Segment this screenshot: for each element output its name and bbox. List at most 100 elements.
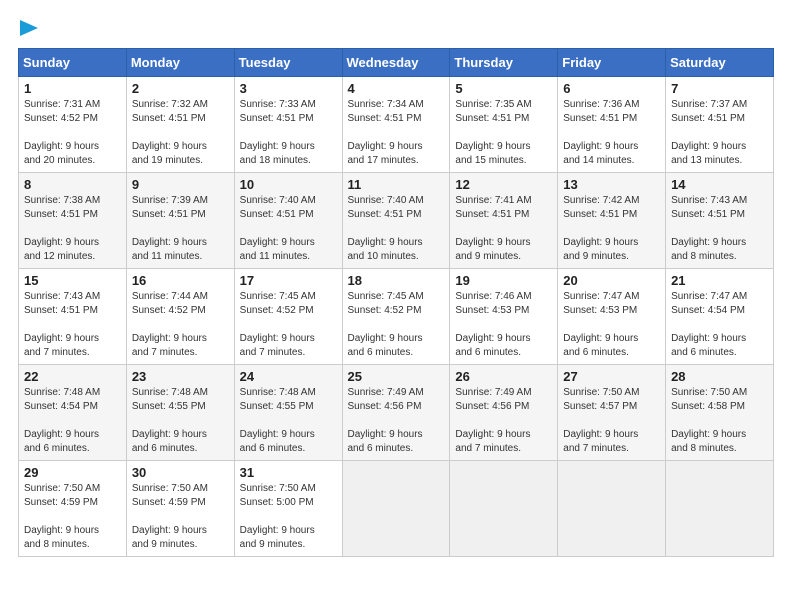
day-cell: 17 Sunrise: 7:45 AMSunset: 4:52 PMDayligh… (234, 269, 342, 365)
day-detail: Sunrise: 7:43 AMSunset: 4:51 PMDaylight:… (24, 290, 121, 360)
day-detail: Sunrise: 7:50 AMSunset: 5:00 PMDaylight:… (240, 482, 337, 552)
calendar-table: SundayMondayTuesdayWednesdayThursdayFrid… (18, 48, 774, 557)
day-detail: Sunrise: 7:45 AMSunset: 4:52 PMDaylight:… (348, 290, 445, 360)
day-cell: 3 Sunrise: 7:33 AMSunset: 4:51 PMDaylight… (234, 77, 342, 173)
day-cell: 12 Sunrise: 7:41 AMSunset: 4:51 PMDayligh… (450, 173, 558, 269)
day-detail: Sunrise: 7:46 AMSunset: 4:53 PMDaylight:… (455, 290, 552, 360)
day-detail: Sunrise: 7:47 AMSunset: 4:53 PMDaylight:… (563, 290, 660, 360)
day-detail: Sunrise: 7:48 AMSunset: 4:55 PMDaylight:… (240, 386, 337, 456)
day-detail: Sunrise: 7:49 AMSunset: 4:56 PMDaylight:… (348, 386, 445, 456)
week-row-1: 1Sunrise: 7:31 AMSunset: 4:52 PMDaylight… (19, 77, 774, 173)
day-number: 29 (24, 465, 121, 480)
day-number: 11 (348, 177, 445, 192)
day-detail: Sunrise: 7:50 AMSunset: 4:59 PMDaylight:… (132, 482, 229, 552)
week-row-5: 29 Sunrise: 7:50 AMSunset: 4:59 PMDayligh… (19, 461, 774, 557)
col-header-monday: Monday (126, 49, 234, 77)
day-detail: Sunrise: 7:42 AMSunset: 4:51 PMDaylight:… (563, 194, 660, 264)
day-detail: Sunrise: 7:36 AMSunset: 4:51 PMDaylight:… (563, 98, 660, 168)
day-detail: Sunrise: 7:44 AMSunset: 4:52 PMDaylight:… (132, 290, 229, 360)
day-number: 23 (132, 369, 229, 384)
day-detail: Sunrise: 7:48 AMSunset: 4:54 PMDaylight:… (24, 386, 121, 456)
day-number: 17 (240, 273, 337, 288)
day-detail: Sunrise: 7:39 AMSunset: 4:51 PMDaylight:… (132, 194, 229, 264)
col-header-saturday: Saturday (666, 49, 774, 77)
day-cell: 4Sunrise: 7:34 AMSunset: 4:51 PMDaylight… (342, 77, 450, 173)
day-cell (666, 461, 774, 557)
day-number: 8 (24, 177, 121, 192)
day-cell: 2 Sunrise: 7:32 AMSunset: 4:51 PMDaylight… (126, 77, 234, 173)
calendar-header: SundayMondayTuesdayWednesdayThursdayFrid… (19, 49, 774, 77)
day-number: 26 (455, 369, 552, 384)
day-cell: 6Sunrise: 7:36 AMSunset: 4:51 PMDaylight… (558, 77, 666, 173)
day-number: 14 (671, 177, 768, 192)
day-cell (558, 461, 666, 557)
day-detail: Sunrise: 7:33 AMSunset: 4:51 PMDaylight:… (240, 98, 337, 168)
day-cell: 27Sunrise: 7:50 AMSunset: 4:57 PMDayligh… (558, 365, 666, 461)
day-detail: Sunrise: 7:43 AMSunset: 4:51 PMDaylight:… (671, 194, 768, 264)
day-detail: Sunrise: 7:31 AMSunset: 4:52 PMDaylight:… (24, 98, 121, 168)
day-number: 12 (455, 177, 552, 192)
day-cell: 18 Sunrise: 7:45 AMSunset: 4:52 PMDayligh… (342, 269, 450, 365)
day-cell: 9Sunrise: 7:39 AMSunset: 4:51 PMDaylight… (126, 173, 234, 269)
week-row-3: 15Sunrise: 7:43 AMSunset: 4:51 PMDayligh… (19, 269, 774, 365)
day-cell: 24 Sunrise: 7:48 AMSunset: 4:55 PMDayligh… (234, 365, 342, 461)
day-detail: Sunrise: 7:38 AMSunset: 4:51 PMDaylight:… (24, 194, 121, 264)
col-header-tuesday: Tuesday (234, 49, 342, 77)
day-number: 25 (348, 369, 445, 384)
day-number: 3 (240, 81, 337, 96)
week-row-2: 8 Sunrise: 7:38 AMSunset: 4:51 PMDaylight… (19, 173, 774, 269)
day-cell: 19 Sunrise: 7:46 AMSunset: 4:53 PMDayligh… (450, 269, 558, 365)
day-cell: 20 Sunrise: 7:47 AMSunset: 4:53 PMDayligh… (558, 269, 666, 365)
day-detail: Sunrise: 7:32 AMSunset: 4:51 PMDaylight:… (132, 98, 229, 168)
day-detail: Sunrise: 7:45 AMSunset: 4:52 PMDaylight:… (240, 290, 337, 360)
day-number: 2 (132, 81, 229, 96)
day-detail: Sunrise: 7:47 AMSunset: 4:54 PMDaylight:… (671, 290, 768, 360)
day-cell: 30 Sunrise: 7:50 AMSunset: 4:59 PMDayligh… (126, 461, 234, 557)
day-cell: 15Sunrise: 7:43 AMSunset: 4:51 PMDayligh… (19, 269, 127, 365)
day-number: 19 (455, 273, 552, 288)
day-number: 30 (132, 465, 229, 480)
day-number: 7 (671, 81, 768, 96)
day-cell: 31 Sunrise: 7:50 AMSunset: 5:00 PMDayligh… (234, 461, 342, 557)
day-cell: 8 Sunrise: 7:38 AMSunset: 4:51 PMDaylight… (19, 173, 127, 269)
logo-arrow-icon (20, 18, 42, 38)
day-cell: 14 Sunrise: 7:43 AMSunset: 4:51 PMDayligh… (666, 173, 774, 269)
day-detail: Sunrise: 7:40 AMSunset: 4:51 PMDaylight:… (240, 194, 337, 264)
day-number: 4 (348, 81, 445, 96)
day-cell: 22 Sunrise: 7:48 AMSunset: 4:54 PMDayligh… (19, 365, 127, 461)
col-header-thursday: Thursday (450, 49, 558, 77)
header-row: SundayMondayTuesdayWednesdayThursdayFrid… (19, 49, 774, 77)
day-cell: 5Sunrise: 7:35 AMSunset: 4:51 PMDaylight… (450, 77, 558, 173)
col-header-sunday: Sunday (19, 49, 127, 77)
day-detail: Sunrise: 7:50 AMSunset: 4:59 PMDaylight:… (24, 482, 121, 552)
day-cell: 29 Sunrise: 7:50 AMSunset: 4:59 PMDayligh… (19, 461, 127, 557)
logo-image (18, 18, 42, 38)
day-cell: 26Sunrise: 7:49 AMSunset: 4:56 PMDayligh… (450, 365, 558, 461)
day-cell: 7 Sunrise: 7:37 AMSunset: 4:51 PMDaylight… (666, 77, 774, 173)
day-number: 21 (671, 273, 768, 288)
day-detail: Sunrise: 7:40 AMSunset: 4:51 PMDaylight:… (348, 194, 445, 264)
day-number: 5 (455, 81, 552, 96)
day-cell: 11 Sunrise: 7:40 AMSunset: 4:51 PMDayligh… (342, 173, 450, 269)
calendar-page: SundayMondayTuesdayWednesdayThursdayFrid… (0, 0, 792, 612)
day-detail: Sunrise: 7:50 AMSunset: 4:58 PMDaylight:… (671, 386, 768, 456)
day-number: 16 (132, 273, 229, 288)
day-number: 22 (24, 369, 121, 384)
day-detail: Sunrise: 7:37 AMSunset: 4:51 PMDaylight:… (671, 98, 768, 168)
day-detail: Sunrise: 7:41 AMSunset: 4:51 PMDaylight:… (455, 194, 552, 264)
day-number: 31 (240, 465, 337, 480)
day-detail: Sunrise: 7:50 AMSunset: 4:57 PMDaylight:… (563, 386, 660, 456)
week-row-4: 22 Sunrise: 7:48 AMSunset: 4:54 PMDayligh… (19, 365, 774, 461)
calendar-body: 1Sunrise: 7:31 AMSunset: 4:52 PMDaylight… (19, 77, 774, 557)
day-number: 24 (240, 369, 337, 384)
day-cell: 13 Sunrise: 7:42 AMSunset: 4:51 PMDayligh… (558, 173, 666, 269)
day-cell: 16 Sunrise: 7:44 AMSunset: 4:52 PMDayligh… (126, 269, 234, 365)
day-cell: 25 Sunrise: 7:49 AMSunset: 4:56 PMDayligh… (342, 365, 450, 461)
day-number: 20 (563, 273, 660, 288)
logo (18, 18, 42, 38)
day-number: 13 (563, 177, 660, 192)
day-cell: 28Sunrise: 7:50 AMSunset: 4:58 PMDayligh… (666, 365, 774, 461)
day-cell: 21 Sunrise: 7:47 AMSunset: 4:54 PMDayligh… (666, 269, 774, 365)
day-cell: 23Sunrise: 7:48 AMSunset: 4:55 PMDayligh… (126, 365, 234, 461)
day-number: 18 (348, 273, 445, 288)
